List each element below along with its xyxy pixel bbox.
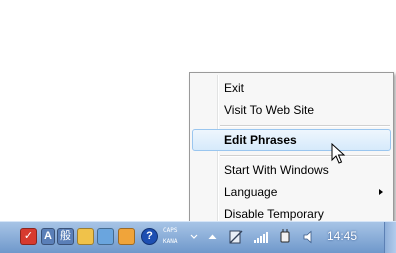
kana-label: KANA [163, 238, 178, 245]
checkbox-app-icon[interactable]: ✓ [20, 228, 37, 245]
ime-dictionary-icon[interactable] [97, 228, 114, 245]
power-plug-icon[interactable] [278, 228, 294, 246]
menu-item-start-with-windows[interactable]: Start With Windows [192, 159, 391, 181]
network-signal-icon[interactable] [253, 230, 269, 244]
ime-mode-text: 般 [60, 230, 71, 242]
caps-label: CAPS [163, 227, 178, 234]
menu-item-label: Exit [224, 81, 245, 95]
menu-item-label: Visit To Web Site [224, 103, 315, 117]
ime-input-mode-icon[interactable]: A [41, 228, 55, 245]
menu-separator [220, 155, 390, 157]
submenu-arrow-icon [379, 189, 383, 195]
menu-item-language[interactable]: Language [192, 181, 391, 203]
menu-item-visit-web-site[interactable]: Visit To Web Site [192, 99, 391, 121]
safely-remove-hardware-icon[interactable] [229, 229, 243, 245]
context-menu: Exit Visit To Web Site Edit Phrases Star… [189, 72, 394, 227]
menu-item-exit[interactable]: Exit [192, 77, 391, 99]
menu-item-label: Start With Windows [224, 163, 329, 177]
help-icon[interactable]: ? [141, 228, 158, 245]
caps-kana-indicator: CAPS KANA [163, 225, 189, 247]
menu-item-label: Disable Temporary [224, 207, 324, 221]
show-hidden-icons-icon[interactable] [208, 233, 217, 240]
menu-item-edit-phrases[interactable]: Edit Phrases [192, 129, 391, 151]
mouse-cursor-icon [331, 143, 345, 164]
menu-item-label: Language [224, 185, 278, 199]
ime-text: A [44, 230, 52, 242]
taskbar: ✓ A 般 ? CAPS KANA 14:45 [0, 221, 396, 253]
menu-item-label: Edit Phrases [224, 133, 297, 147]
ime-tools-icon[interactable] [118, 228, 135, 245]
volume-speaker-icon[interactable] [303, 230, 315, 244]
ime-pad-icon[interactable] [77, 228, 94, 245]
ime-conversion-icon[interactable]: 般 [57, 228, 74, 245]
system-clock[interactable]: 14:45 [327, 229, 357, 243]
help-glyph: ? [146, 230, 153, 242]
menu-separator [220, 125, 390, 127]
ime-options-arrow-icon[interactable] [190, 232, 198, 242]
show-desktop-button[interactable] [384, 222, 396, 253]
